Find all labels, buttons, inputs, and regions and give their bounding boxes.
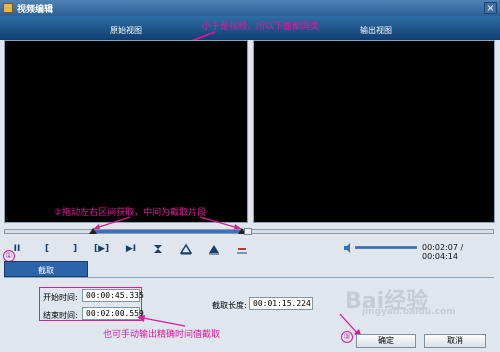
next-frame-icon[interactable]: ▶I xyxy=(124,243,138,255)
range-start-handle[interactable] xyxy=(89,228,97,234)
window-title: 视频编辑 xyxy=(17,5,54,15)
end-time-label: 结束时间: xyxy=(43,311,78,320)
annotation-manual: 也可手动输出精确时间值截取 xyxy=(103,330,221,340)
time-display: 00:02:07 / 00:04:14 xyxy=(422,243,464,261)
volume-slider[interactable] xyxy=(355,246,417,249)
title-bar: 视频编辑 × xyxy=(0,0,500,16)
play-range-icon[interactable]: [▶] xyxy=(94,243,109,255)
jump-end-icon[interactable] xyxy=(208,243,220,255)
start-time-field[interactable]: 00:00:45.335 xyxy=(82,289,144,302)
trim-length-field: 00:01:15.224 xyxy=(249,297,313,310)
app-icon xyxy=(3,3,13,13)
end-time-field[interactable]: 00:02:00.559 xyxy=(82,307,144,320)
start-time-label: 开始时间: xyxy=(43,293,78,302)
split-icon[interactable] xyxy=(152,243,164,255)
undo-icon[interactable] xyxy=(236,243,248,255)
output-video-view[interactable] xyxy=(253,40,495,223)
tab-trim-label: 截取 xyxy=(38,266,54,275)
cancel-button[interactable]: 取消 xyxy=(424,334,486,348)
watermark-url: jingyan.baidu.com xyxy=(362,307,456,317)
step-3-marker: ③ xyxy=(341,331,353,343)
original-video-view[interactable] xyxy=(4,40,248,223)
ok-button[interactable]: 确定 xyxy=(356,334,416,348)
mark-in-icon[interactable]: [ xyxy=(40,243,54,255)
mark-out-icon[interactable]: ] xyxy=(68,243,82,255)
volume-icon[interactable] xyxy=(343,243,353,253)
trim-length-label: 截取长度: xyxy=(212,301,247,310)
selected-range xyxy=(93,230,242,233)
close-button[interactable]: × xyxy=(484,2,497,14)
jump-start-icon[interactable] xyxy=(180,243,192,255)
output-view-label: 输出视图 xyxy=(360,26,392,35)
playhead-thumb[interactable] xyxy=(244,228,252,235)
tab-trim[interactable]: 截取 xyxy=(4,261,88,277)
